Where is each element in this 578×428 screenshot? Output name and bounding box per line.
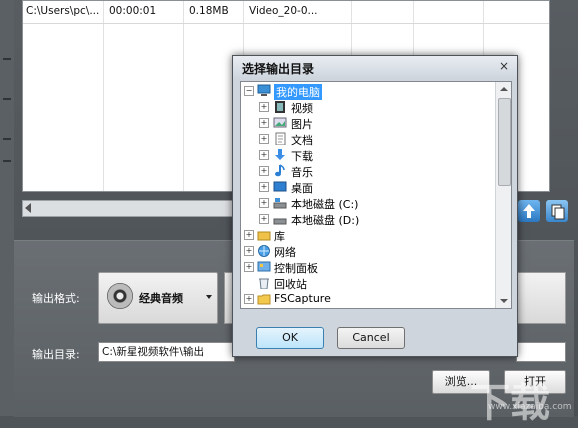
expand-icon[interactable]: + — [259, 150, 269, 160]
table-row[interactable]: C:\Users\pc\... 00:00:01 0.18MB Video_20… — [23, 1, 549, 24]
expand-icon[interactable]: + — [244, 294, 254, 304]
tree-node-library[interactable]: + 库 — [241, 227, 491, 243]
select-output-dir-dialog: 选择输出目录 × − 我的电脑 + 视频 + 图片 + 文档 + 下载 + 音乐… — [232, 55, 518, 357]
tree-node-label: 图片 — [291, 118, 313, 131]
output-option-select[interactable] — [516, 272, 566, 324]
tree-node-downloads[interactable]: + 下载 — [241, 147, 491, 163]
expand-icon[interactable]: + — [244, 230, 254, 240]
folder-tree[interactable]: − 我的电脑 + 视频 + 图片 + 文档 + 下载 + 音乐 + 桌面 + 本… — [240, 81, 512, 309]
tree-node-disk-c[interactable]: + 本地磁盘 (C:) — [241, 195, 491, 211]
scroll-left-arrow-icon[interactable] — [25, 203, 31, 213]
video-folder-icon — [275, 101, 285, 113]
ok-button[interactable]: OK — [256, 327, 324, 349]
expand-icon[interactable]: + — [244, 246, 254, 256]
tree-node-network[interactable]: + 网络 — [241, 243, 491, 259]
folder-icon — [257, 294, 271, 305]
tree-node-label: 库 — [274, 230, 285, 243]
tree-node-label: 我的电脑 — [274, 84, 322, 100]
music-folder-icon — [275, 164, 285, 177]
audio-disc-icon — [107, 283, 133, 309]
tree-vertical-scrollbar[interactable] — [495, 82, 511, 308]
tree-node-pictures[interactable]: + 图片 — [241, 115, 491, 131]
chevron-down-icon — [206, 295, 212, 299]
tree-node-documents[interactable]: + 文档 — [241, 131, 491, 147]
dialog-title: 选择输出目录 — [242, 62, 315, 76]
expand-icon[interactable]: + — [244, 262, 254, 272]
recycle-bin-icon — [259, 278, 269, 289]
tree-node-label: FSCapture — [274, 292, 331, 305]
output-dir-label: 输出目录: — [32, 348, 80, 361]
arrow-up-icon — [523, 204, 535, 218]
output-dir-input[interactable]: C:\新星视频软件\输出 — [98, 342, 235, 362]
file-path-cell: C:\Users\pc\... — [26, 5, 100, 17]
scrollbar-thumb[interactable] — [498, 98, 511, 186]
strip-marker — [3, 138, 11, 140]
app-window: C:\Users\pc\... 00:00:01 0.18MB Video_20… — [0, 0, 578, 426]
column-separator — [183, 1, 184, 191]
output-format-select[interactable]: 经典音频 — [98, 272, 218, 324]
cancel-button[interactable]: Cancel — [337, 327, 405, 349]
close-icon[interactable]: × — [497, 59, 511, 73]
tree-node-music[interactable]: + 音乐 — [241, 163, 491, 179]
computer-icon — [257, 84, 271, 96]
tree-node-label: 视频 — [291, 102, 313, 115]
collapse-icon[interactable]: − — [244, 86, 254, 96]
tree-node-fscapture[interactable]: + FSCapture — [241, 291, 491, 307]
dialog-titlebar[interactable]: 选择输出目录 × — [233, 56, 517, 78]
tree-node-label: 回收站 — [274, 278, 307, 291]
tree-node-disk-d[interactable]: + 本地磁盘 (D:) — [241, 211, 491, 227]
tree-node-label: 本地磁盘 (D:) — [291, 214, 360, 227]
tree-node-recycle-bin[interactable]: 回收站 — [241, 275, 491, 291]
tree-node-control-panel[interactable]: + 控制面板 — [241, 259, 491, 275]
column-separator — [103, 1, 104, 191]
move-up-button[interactable] — [518, 200, 540, 222]
copy-icon — [551, 204, 565, 220]
disk-d-icon — [273, 218, 287, 225]
output-dir-input-tail[interactable] — [516, 342, 566, 362]
output-format-label: 输出格式: — [32, 292, 80, 305]
tree-node-label: 本地磁盘 (C:) — [291, 198, 359, 211]
scroll-down-arrow-icon[interactable] — [500, 299, 508, 303]
left-edge-strip — [0, 0, 14, 416]
download-folder-icon — [275, 149, 285, 160]
expand-icon[interactable]: + — [259, 166, 269, 176]
tree-node-my-computer[interactable]: − 我的电脑 — [241, 83, 491, 100]
tree-node-label: 控制面板 — [274, 262, 318, 275]
output-format-value: 经典音频 — [139, 292, 183, 305]
expand-icon[interactable]: + — [259, 134, 269, 144]
tree-node-label: 桌面 — [291, 182, 313, 195]
watermark: 下载 — [470, 380, 550, 426]
documents-folder-icon — [275, 132, 286, 145]
scroll-up-arrow-icon[interactable] — [500, 87, 508, 91]
expand-icon[interactable]: + — [259, 182, 269, 192]
control-panel-icon — [257, 261, 271, 272]
network-icon — [258, 245, 270, 257]
watermark-url: www.xiazaiba.com — [488, 402, 572, 412]
tree-node-desktop[interactable]: + 桌面 — [241, 179, 491, 195]
tree-node-videos[interactable]: + 视频 — [241, 99, 491, 115]
expand-icon[interactable]: + — [259, 198, 269, 208]
size-cell: 0.18MB — [189, 5, 229, 17]
strip-marker — [3, 58, 11, 60]
expand-icon[interactable]: + — [259, 118, 269, 128]
tree-node-label: 网络 — [274, 246, 296, 259]
pictures-folder-icon — [273, 117, 287, 128]
tree-node-label: 音乐 — [291, 166, 313, 179]
expand-icon[interactable]: + — [259, 214, 269, 224]
strip-marker — [3, 98, 11, 100]
disk-c-icon — [273, 198, 287, 209]
copy-button[interactable] — [546, 200, 568, 222]
desktop-icon — [273, 181, 287, 192]
expand-icon[interactable]: + — [259, 102, 269, 112]
output-name-cell: Video_20-0... — [249, 5, 318, 17]
duration-cell: 00:00:01 — [109, 5, 157, 17]
tree-node-label: 下载 — [291, 150, 313, 163]
tree-node-label: 文档 — [291, 134, 313, 147]
library-icon — [257, 231, 271, 241]
strip-marker — [3, 160, 11, 162]
